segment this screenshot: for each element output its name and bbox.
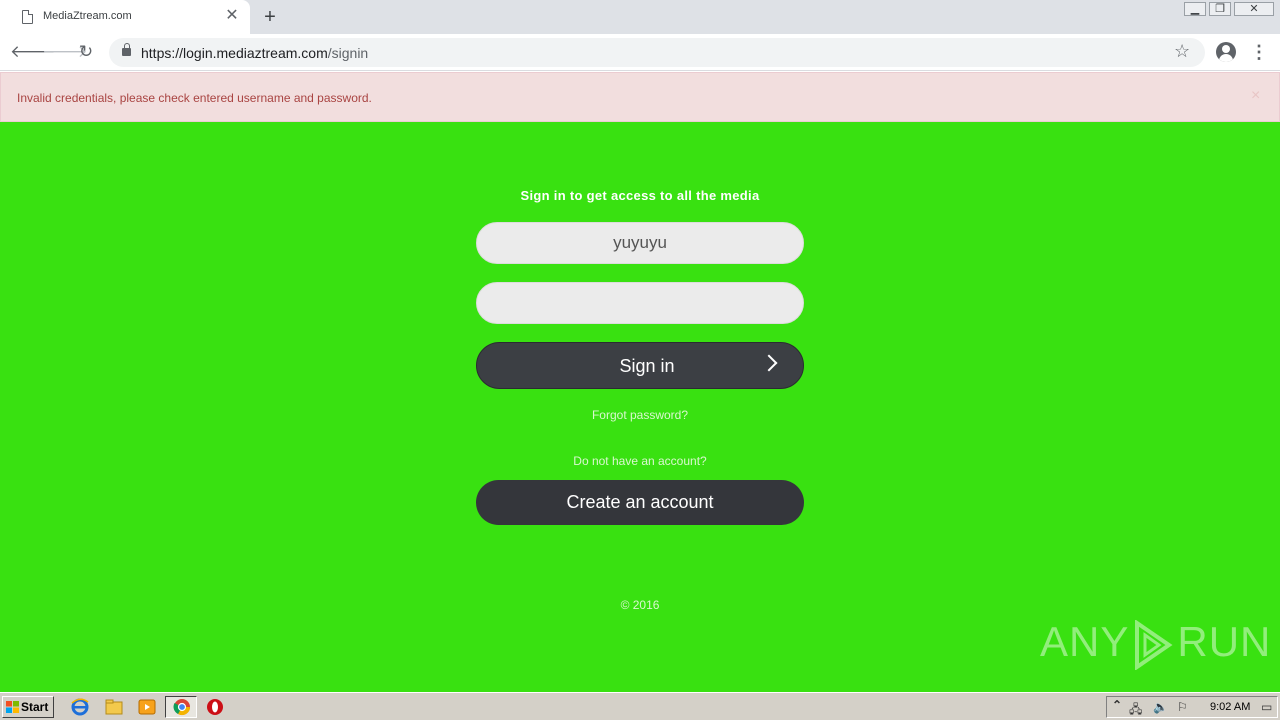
create-account-button[interactable]: Create an account bbox=[476, 480, 804, 525]
restore-window-button[interactable]: ❐ bbox=[1209, 2, 1231, 16]
url-path: /signin bbox=[327, 45, 369, 61]
browser-tab[interactable]: MediaZtream.com ✕ bbox=[0, 0, 250, 34]
close-window-button[interactable]: ✕ bbox=[1234, 2, 1274, 16]
alert-message: Invalid credentials, please check entere… bbox=[17, 91, 372, 105]
alert-close-icon[interactable]: × bbox=[1251, 87, 1260, 105]
windows-flag-icon bbox=[6, 701, 19, 713]
play-logo-icon bbox=[1135, 619, 1173, 670]
chrome-icon bbox=[173, 699, 191, 716]
browser-menu-icon[interactable]: ⋮ bbox=[1250, 42, 1268, 62]
tab-title: MediaZtream.com bbox=[43, 10, 132, 22]
taskbar: Start ⌃ 🖧 🔈 ⚐ 9:02 AM ▭ bbox=[0, 692, 1280, 720]
minimize-window-button[interactable]: ▁ bbox=[1184, 2, 1206, 16]
action-center-flag-icon[interactable]: ⚐ bbox=[1177, 700, 1188, 714]
clock[interactable]: 9:02 AM bbox=[1210, 701, 1250, 713]
volume-icon[interactable]: 🔈 bbox=[1153, 700, 1168, 714]
reload-icon[interactable]: ↻ bbox=[74, 40, 98, 64]
url-host: https://login.mediaztream.com bbox=[141, 45, 328, 61]
url-text: https://login.mediaztream.com/signin bbox=[141, 45, 368, 61]
watermark-right: RUN bbox=[1177, 618, 1272, 665]
show-hidden-icons-icon[interactable]: ⌃ bbox=[1112, 698, 1122, 712]
watermark-left: ANY bbox=[1040, 618, 1130, 665]
browser-tab-strip: MediaZtream.com ✕ + ▁ ❐ ✕ bbox=[0, 0, 1280, 34]
tab-close-icon[interactable]: ✕ bbox=[224, 8, 240, 24]
page-icon bbox=[22, 10, 33, 24]
network-icon[interactable]: 🖧 bbox=[1129, 700, 1142, 721]
chrome-taskbar-button[interactable] bbox=[165, 696, 197, 718]
profile-avatar-icon[interactable] bbox=[1216, 42, 1236, 62]
error-alert: Invalid credentials, please check entere… bbox=[0, 72, 1280, 122]
start-button[interactable]: Start bbox=[2, 696, 54, 718]
page-content: Invalid credentials, please check entere… bbox=[0, 72, 1280, 692]
username-input[interactable] bbox=[476, 222, 804, 264]
signin-heading: Sign in to get access to all the media bbox=[520, 188, 760, 203]
address-bar[interactable]: https://login.mediaztream.com/signin ☆ bbox=[109, 38, 1205, 67]
forgot-password-link[interactable]: Forgot password? bbox=[0, 408, 1280, 422]
file-explorer-icon[interactable] bbox=[104, 697, 124, 717]
forward-arrow-icon[interactable]: 🡒 bbox=[42, 40, 88, 64]
internet-explorer-icon[interactable] bbox=[70, 697, 90, 717]
password-input[interactable] bbox=[476, 282, 804, 324]
start-label: Start bbox=[21, 700, 49, 714]
bookmark-star-icon[interactable]: ☆ bbox=[1174, 41, 1190, 62]
media-player-icon[interactable] bbox=[137, 697, 157, 717]
signin-button[interactable]: Sign in bbox=[476, 342, 804, 389]
back-arrow-icon[interactable]: 🡐 bbox=[10, 40, 56, 64]
opera-icon[interactable] bbox=[205, 697, 225, 717]
browser-toolbar: 🡐 🡒 ↻ https://login.mediaztream.com/sign… bbox=[0, 34, 1280, 71]
lock-icon bbox=[122, 43, 131, 56]
show-desktop-icon[interactable]: ▭ bbox=[1261, 700, 1272, 714]
new-tab-button[interactable]: + bbox=[260, 6, 280, 28]
system-tray: ⌃ 🖧 🔈 ⚐ 9:02 AM ▭ bbox=[1106, 696, 1278, 718]
no-account-text: Do not have an account? bbox=[573, 454, 707, 468]
anyrun-watermark: ANY RUN bbox=[1040, 610, 1271, 674]
